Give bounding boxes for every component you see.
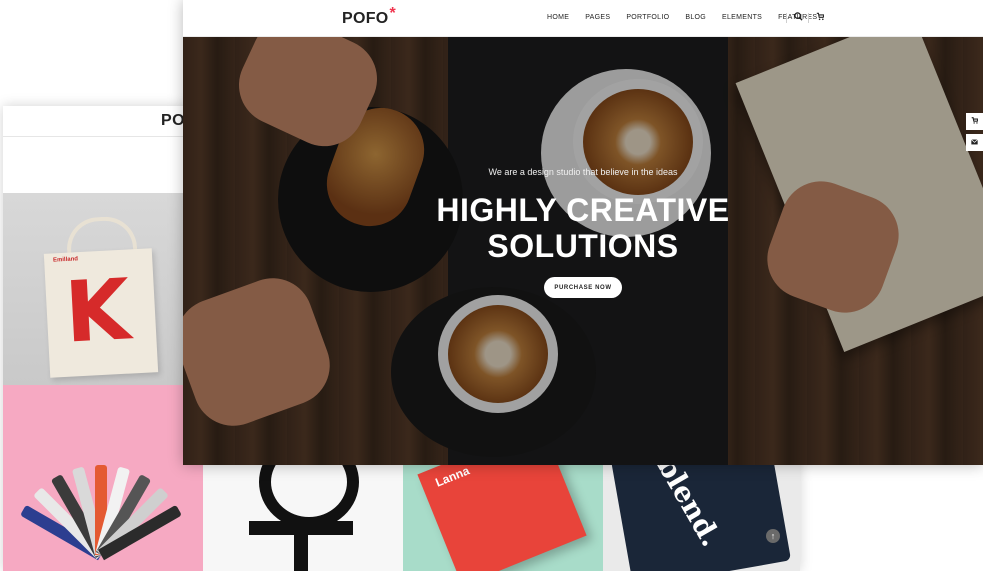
portfolio-tile-swatches[interactable] xyxy=(3,385,203,571)
hero-title-line-1: HIGHLY CREATIVE xyxy=(436,192,730,228)
site-logo[interactable]: POFO* xyxy=(342,5,396,28)
nav-home[interactable]: HOME xyxy=(547,14,569,21)
mail-icon xyxy=(971,138,978,147)
search-icon[interactable] xyxy=(794,12,803,23)
foreground-browser-window: POFO* HOME PAGES PORTFOLIO BLOG ELEMENTS… xyxy=(183,0,983,465)
book-title: Lanna xyxy=(433,463,472,490)
hero-title: HIGHLY CREATIVE SOLUTIONS xyxy=(183,192,983,264)
color-swatch-fan-image xyxy=(20,425,182,565)
nav-elements[interactable]: ELEMENTS xyxy=(722,14,762,21)
side-cart-button[interactable] xyxy=(966,113,983,130)
back-logo[interactable]: PO xyxy=(161,112,185,130)
nav-blog[interactable]: BLOG xyxy=(685,14,706,21)
cart-icon xyxy=(971,117,979,126)
site-header: POFO* HOME PAGES PORTFOLIO BLOG ELEMENTS… xyxy=(183,0,983,37)
nav-divider xyxy=(808,13,809,23)
side-mail-button[interactable] xyxy=(966,134,983,151)
hero-slider: We are a design studio that believe in t… xyxy=(183,37,983,465)
scroll-top-button[interactable]: ↑ xyxy=(766,529,780,543)
letter-t-stem xyxy=(294,533,308,571)
main-nav: HOME PAGES PORTFOLIO BLOG ELEMENTS FEATU… xyxy=(547,14,833,21)
logo-text: POFO xyxy=(342,10,389,27)
portfolio-tile-tote-bag[interactable]: Emilland K xyxy=(3,193,183,385)
nav-divider xyxy=(786,13,787,23)
hero-subtitle: We are a design studio that believe in t… xyxy=(488,167,678,177)
nav-portfolio[interactable]: PORTFOLIO xyxy=(626,14,669,21)
purchase-now-button[interactable]: PURCHASE NOW xyxy=(544,277,622,298)
hero-title-line-2: SOLUTIONS xyxy=(487,228,679,264)
cart-icon[interactable] xyxy=(816,12,825,23)
logo-asterisk: * xyxy=(389,5,397,22)
arrow-up-icon: ↑ xyxy=(770,531,776,541)
bag-letter: K xyxy=(62,260,133,362)
nav-pages[interactable]: PAGES xyxy=(585,14,610,21)
